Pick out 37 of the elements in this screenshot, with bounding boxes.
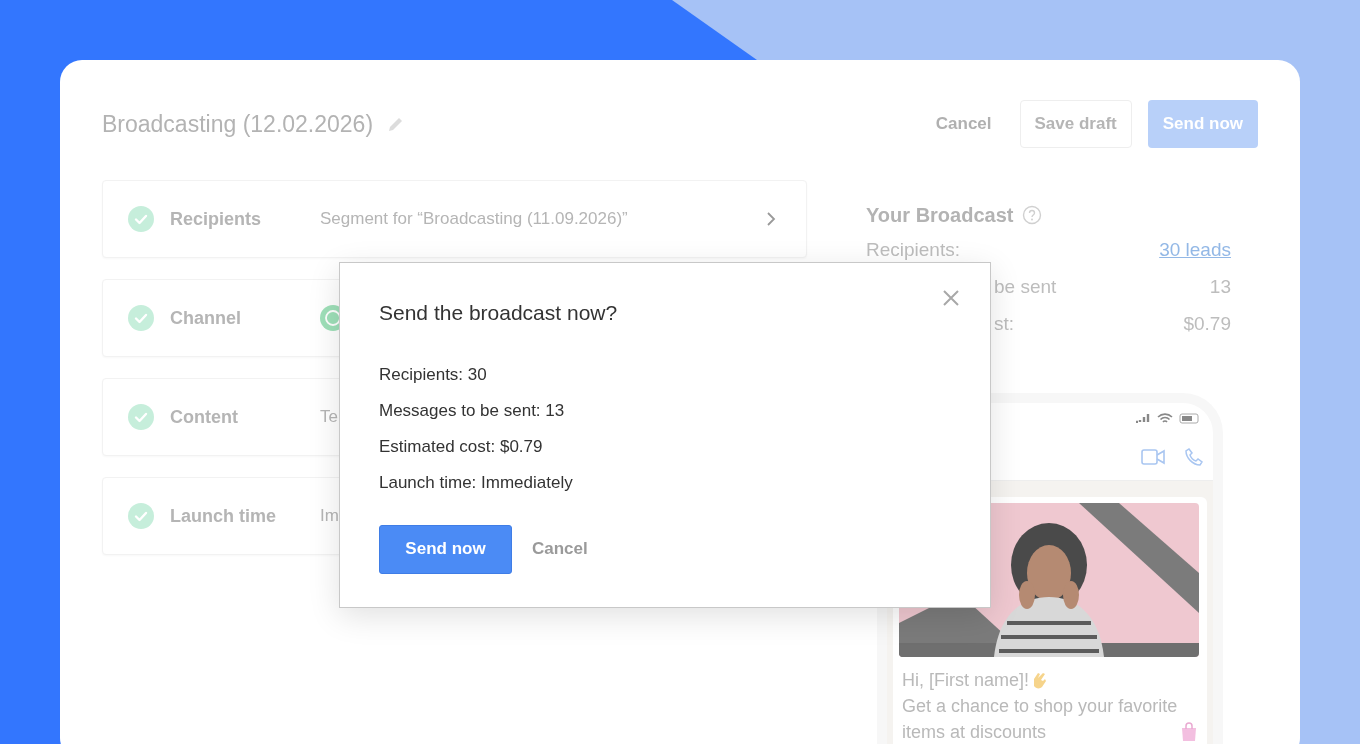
message-body: Get a chance to shop your favorite items at discounts	[902, 695, 1179, 744]
video-camera-icon[interactable]	[1141, 448, 1165, 465]
send-now-button[interactable]: Send now	[1147, 100, 1258, 148]
battery-icon	[1179, 412, 1201, 424]
summary-label: be sent	[994, 275, 1057, 300]
dialog-line: Messages to be sent: 13	[379, 399, 566, 422]
wifi-icon	[1157, 412, 1173, 424]
dialog-line: Estimated cost: $0.79	[379, 435, 544, 458]
help-icon[interactable]	[1022, 205, 1043, 225]
step-value: Te	[320, 406, 338, 429]
leads-link[interactable]: 30 leads	[1159, 236, 1231, 265]
summary-value: $0.79	[1183, 312, 1231, 337]
step-label: Recipients	[170, 207, 263, 231]
dialog-line: Recipients: 30	[379, 363, 488, 386]
summary-value: 13	[1209, 275, 1231, 300]
shopping-bag-icon	[1180, 722, 1198, 742]
broadcast-title: Broadcasting (12.02.2026)	[102, 109, 374, 139]
cancel-link[interactable]: Cancel	[923, 111, 1004, 137]
phone-icon[interactable]	[1185, 447, 1203, 466]
step-label: Content	[170, 405, 239, 429]
step-label: Channel	[170, 306, 242, 330]
step-value: Im	[320, 505, 339, 528]
close-icon[interactable]	[942, 289, 960, 307]
step-label: Launch time	[170, 504, 277, 528]
summary-title: Your Broadcast	[866, 203, 1014, 228]
save-draft-button[interactable]: Save draft	[1019, 100, 1132, 148]
signal-icon	[1135, 413, 1151, 423]
dialog-line: Launch time: Immediately	[379, 471, 574, 494]
dialog-cancel-button[interactable]: Cancel	[532, 536, 588, 562]
message-greeting: Hi, [First name]!	[902, 669, 1030, 692]
confirm-send-button[interactable]: Send now	[379, 524, 512, 574]
summary-label: st:	[994, 312, 1015, 337]
chevron-right-icon[interactable]	[766, 211, 776, 227]
summary-label: Recipients:	[866, 238, 960, 263]
step-value: Segment for “Broadcasting (11.09.2026)”	[320, 208, 628, 231]
step-card[interactable]: Recipients Segment for “Broadcasting (11.09.2026)”	[102, 180, 807, 258]
dialog-title: Send the broadcast now?	[379, 300, 619, 326]
